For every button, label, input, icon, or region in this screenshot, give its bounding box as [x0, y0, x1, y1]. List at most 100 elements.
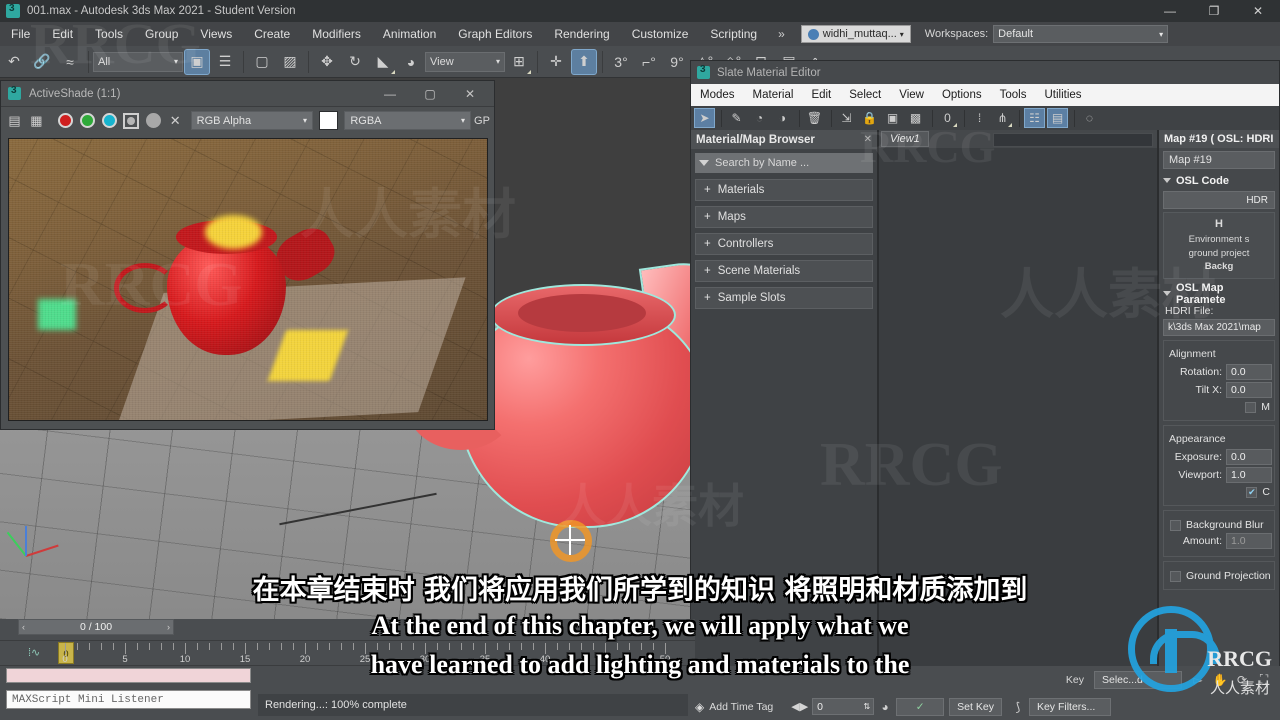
- menu-file[interactable]: File: [0, 22, 41, 46]
- move-children-icon[interactable]: ⇲: [836, 108, 857, 128]
- navigator-icon[interactable]: ☷: [1024, 108, 1045, 128]
- spinner-icon[interactable]: ⇅: [863, 702, 870, 711]
- pan-icon[interactable]: ✋: [1209, 670, 1231, 690]
- assign-material-icon[interactable]: ◔: [749, 108, 770, 128]
- view-scroll-strip[interactable]: [992, 132, 1153, 147]
- select-and-place-icon[interactable]: ◕: [398, 49, 424, 75]
- menu-overflow-icon[interactable]: »: [768, 27, 795, 41]
- tiltx-input[interactable]: 0.0: [1226, 382, 1272, 399]
- maximize-icon[interactable]: ▢: [410, 81, 450, 106]
- chevron-down-icon[interactable]: [699, 160, 709, 166]
- material-id-channel-icon[interactable]: ▣: [882, 108, 903, 128]
- map-name-field[interactable]: Map #19: [1163, 151, 1275, 169]
- channel-select[interactable]: RGB Alpha ▾: [190, 111, 314, 130]
- clone-rendered-frame-icon[interactable]: ▦: [27, 110, 46, 132]
- sme-menu-select[interactable]: Select: [840, 84, 890, 106]
- browser-group-maps[interactable]: + Maps: [695, 206, 873, 228]
- color-swatch[interactable]: [319, 111, 339, 130]
- minimize-icon[interactable]: —: [370, 81, 410, 106]
- red-channel-toggle[interactable]: [56, 110, 75, 132]
- sme-view-area[interactable]: View1: [879, 130, 1159, 707]
- search-input[interactable]: Search by Name ...: [695, 153, 873, 173]
- menu-create[interactable]: Create: [243, 22, 301, 46]
- rotation-input[interactable]: 0.0: [1226, 364, 1272, 381]
- set-key-button[interactable]: Set Key: [949, 697, 1002, 716]
- zoom-icon[interactable]: ▻: [1187, 670, 1209, 690]
- browser-group-scene-materials[interactable]: + Scene Materials: [695, 260, 873, 282]
- rollout-osl-map-parameters-header[interactable]: OSL Map Paramete: [1159, 282, 1279, 306]
- maxscript-mini-listener[interactable]: MAXScript Mini Listener: [6, 690, 251, 709]
- browser-group-materials[interactable]: + Materials: [695, 179, 873, 201]
- select-link-icon[interactable]: 🔗: [29, 49, 55, 75]
- monochrome-toggle[interactable]: [122, 110, 141, 132]
- rollout-osl-code-header[interactable]: OSL Code: [1159, 172, 1279, 189]
- menu-group[interactable]: Group: [134, 22, 189, 46]
- close-icon[interactable]: ✕: [864, 134, 872, 145]
- sme-menu-utilities[interactable]: Utilities: [1035, 84, 1090, 106]
- delete-icon[interactable]: 🗑: [804, 108, 825, 128]
- select-and-manipulate-icon[interactable]: ✛: [543, 49, 569, 75]
- key-nav-icon[interactable]: ◀▶: [791, 700, 808, 713]
- angle-snap-icon[interactable]: 3°: [608, 49, 634, 75]
- selection-filter-select[interactable]: All ▾: [93, 51, 183, 72]
- snaps-toggle-icon[interactable]: ⬆: [571, 48, 597, 75]
- selection-set-select[interactable]: Selec...d: [1094, 670, 1182, 689]
- menu-graph-editors[interactable]: Graph Editors: [447, 22, 543, 46]
- ground-projection-checkbox[interactable]: [1170, 570, 1181, 582]
- sme-menu-view[interactable]: View: [890, 84, 933, 106]
- menu-rendering[interactable]: Rendering: [543, 22, 620, 46]
- sme-menu-modes[interactable]: Modes: [691, 84, 744, 106]
- workspace-select[interactable]: Default ▾: [993, 25, 1169, 43]
- show-in-viewport-icon[interactable]: ◑: [772, 108, 793, 128]
- save-image-icon[interactable]: ▤: [5, 110, 24, 132]
- transform-gizmo-icon[interactable]: [550, 520, 592, 562]
- viewport-input[interactable]: 1.0: [1226, 467, 1272, 484]
- select-and-rotate-icon[interactable]: ↻: [342, 49, 368, 75]
- frame-counter[interactable]: ‹ 0 / 100 ›: [18, 619, 174, 635]
- clear-icon[interactable]: ✕: [166, 110, 185, 132]
- lock-icon[interactable]: 🔒: [859, 108, 880, 128]
- green-channel-toggle[interactable]: [78, 110, 97, 132]
- set-key-toggle[interactable]: ✓: [896, 697, 945, 716]
- pick-material-icon[interactable]: ✎: [726, 108, 747, 128]
- select-object-icon[interactable]: ▣: [184, 48, 210, 75]
- track-view-icon[interactable]: ⁞∿: [28, 646, 40, 659]
- tab-view1[interactable]: View1: [881, 131, 929, 147]
- exposure-input[interactable]: 0.0: [1226, 449, 1272, 466]
- show-map-icon[interactable]: 0: [937, 108, 958, 128]
- parameter-editor-icon[interactable]: ▤: [1047, 108, 1068, 128]
- background-blur-row[interactable]: Background Blur: [1170, 519, 1274, 531]
- browser-group-controllers[interactable]: + Controllers: [695, 233, 873, 255]
- orbit-icon[interactable]: ⟳: [1231, 670, 1253, 690]
- sme-menu-edit[interactable]: Edit: [802, 84, 840, 106]
- select-by-material-icon[interactable]: ◌: [1079, 108, 1100, 128]
- undo-icon[interactable]: ↶: [1, 49, 27, 75]
- maxscript-listener-output[interactable]: [6, 668, 251, 683]
- select-by-name-icon[interactable]: ☰: [212, 49, 238, 75]
- mirror-checkbox[interactable]: [1245, 401, 1257, 413]
- hdri-file-field[interactable]: k\3ds Max 2021\map: [1163, 319, 1275, 337]
- close-icon[interactable]: ✕: [450, 81, 490, 106]
- alpha-toggle[interactable]: [144, 110, 163, 132]
- menu-animation[interactable]: Animation: [372, 22, 447, 46]
- select-and-scale-icon[interactable]: ◣: [370, 49, 396, 75]
- show-background-icon[interactable]: ▩: [905, 108, 926, 128]
- menu-customize[interactable]: Customize: [621, 22, 700, 46]
- layout-children-icon[interactable]: ⁞: [969, 108, 990, 128]
- spinner-snap-icon[interactable]: 9°: [664, 49, 690, 75]
- select-and-move-icon[interactable]: ✥: [314, 49, 340, 75]
- rectangular-selection-region-icon[interactable]: ▢: [249, 49, 275, 75]
- select-cursor-icon[interactable]: ➤: [694, 108, 715, 128]
- minimize-icon[interactable]: —: [1148, 0, 1192, 22]
- menu-modifiers[interactable]: Modifiers: [301, 22, 372, 46]
- slate-material-editor-window[interactable]: Slate Material Editor Modes Material Edi…: [690, 60, 1280, 708]
- material-map-browser[interactable]: Material/Map Browser ✕ Search by Name ..…: [691, 130, 879, 707]
- layout-all-icon[interactable]: ⋔: [992, 108, 1013, 128]
- menu-tools[interactable]: Tools: [84, 22, 134, 46]
- background-blur-checkbox[interactable]: [1170, 519, 1181, 531]
- add-time-tag[interactable]: ◈ Add Time Tag: [695, 700, 773, 714]
- browser-group-sample-slots[interactable]: + Sample Slots: [695, 287, 873, 309]
- window-crossing-icon[interactable]: ▨: [277, 49, 303, 75]
- clamp-row[interactable]: ✔ C: [1170, 486, 1270, 498]
- maximize-viewport-icon[interactable]: ⛶: [1253, 670, 1275, 690]
